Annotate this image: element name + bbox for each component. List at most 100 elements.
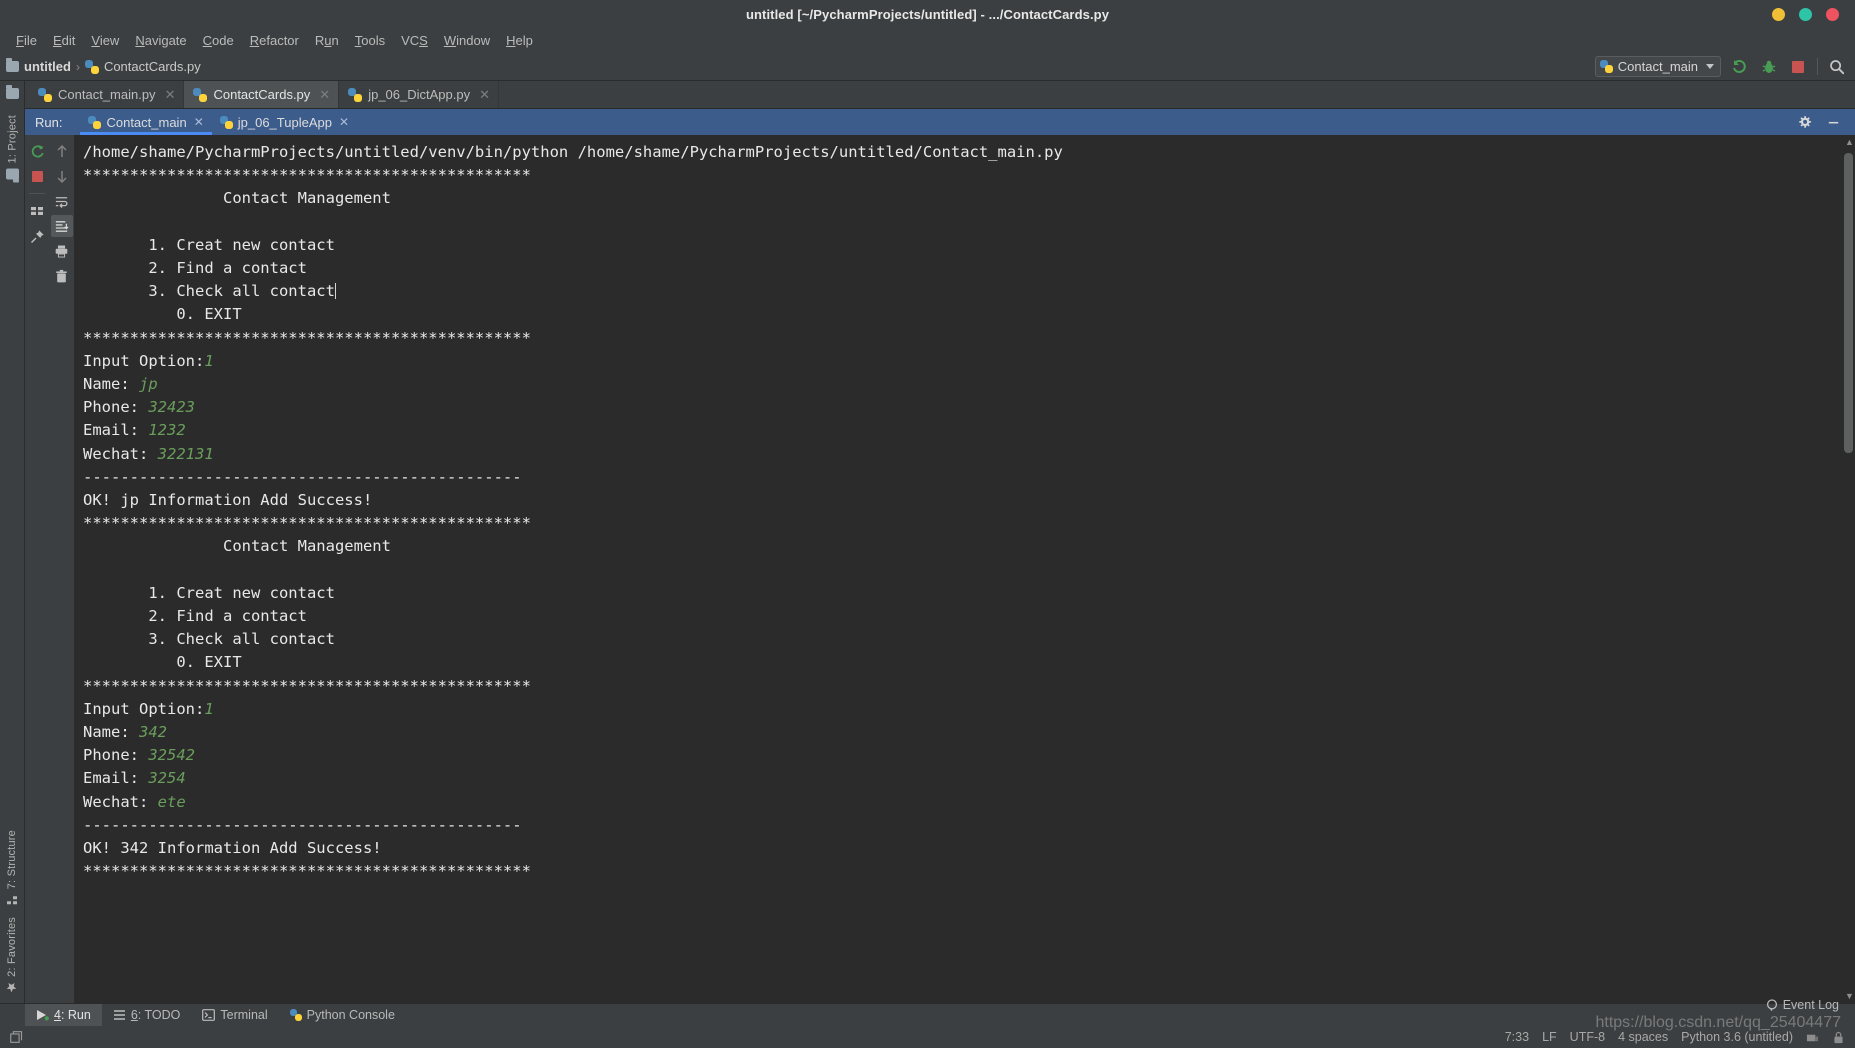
structure-icon xyxy=(7,896,18,905)
menu-edit[interactable]: Edit xyxy=(45,31,83,50)
close-icon[interactable]: ✕ xyxy=(194,115,204,129)
menu-view[interactable]: View xyxy=(83,31,127,50)
menu-refactor[interactable]: Refactor xyxy=(242,31,307,50)
python-interpreter[interactable]: Python 3.6 (untitled) xyxy=(1681,1030,1793,1044)
menu-code[interactable]: Code xyxy=(195,31,242,50)
file-encoding[interactable]: UTF-8 xyxy=(1570,1030,1605,1044)
run-tool-window-header: Run: Contact_main ✕ jp_06_TupleApp ✕ xyxy=(25,109,1855,135)
toolbar-actions: Contact_main xyxy=(1594,56,1847,77)
breadcrumb: untitled › ContactCards.py xyxy=(6,58,201,74)
stop-button[interactable] xyxy=(26,165,48,187)
clear-all-button[interactable] xyxy=(51,265,73,287)
breadcrumb-separator: › xyxy=(75,59,80,74)
run-tab-contact-main[interactable]: Contact_main ✕ xyxy=(80,109,213,135)
menu-tools[interactable]: Tools xyxy=(347,31,393,50)
console-prompt: Input Option: xyxy=(83,699,205,718)
console-input-value: jp xyxy=(139,375,158,394)
close-button[interactable] xyxy=(1826,7,1839,21)
caret-position[interactable]: 7:33 xyxy=(1505,1030,1529,1044)
lock-icon[interactable] xyxy=(1832,1031,1845,1044)
run-tab-label: Contact_main xyxy=(106,114,187,130)
close-icon[interactable]: ✕ xyxy=(165,87,176,103)
run-console-output[interactable]: /home/shame/PycharmProjects/untitled/ven… xyxy=(75,135,1855,1003)
run-tab-label: jp_06_TupleApp xyxy=(237,114,332,130)
console-scrollbar[interactable]: ▲ ▼ xyxy=(1844,135,1854,1003)
editor-tab-bar: Contact_main.py ✕ ContactCards.py ✕ jp_0… xyxy=(25,81,1855,109)
pin-icon xyxy=(30,229,44,243)
layout-icon xyxy=(31,207,43,215)
menu-window[interactable]: Window xyxy=(436,31,498,50)
breadcrumb-project[interactable]: untitled xyxy=(6,58,71,74)
maximize-button[interactable] xyxy=(1799,7,1812,21)
editor-tab-contactcards[interactable]: ContactCards.py ✕ xyxy=(184,81,340,108)
run-button[interactable] xyxy=(1730,57,1750,77)
indent-setting[interactable]: 4 spaces xyxy=(1618,1030,1668,1044)
line-separator[interactable]: LF xyxy=(1542,1030,1557,1044)
console-input-value: 322131 xyxy=(157,444,214,463)
close-icon[interactable]: ✕ xyxy=(479,87,490,103)
down-button[interactable] xyxy=(51,165,73,187)
console-menu-title: Contact Management xyxy=(222,189,391,208)
status-tool-python-console[interactable]: Python Console xyxy=(279,1004,406,1026)
console-input-value: 1232 xyxy=(148,421,186,440)
stop-button[interactable] xyxy=(1788,57,1808,77)
editor-tab-contact-main[interactable]: Contact_main.py ✕ xyxy=(29,81,185,108)
close-icon[interactable]: ✕ xyxy=(339,115,349,129)
status-tool-terminal-label: Terminal xyxy=(220,1008,268,1022)
status-tool-terminal[interactable]: Terminal xyxy=(191,1004,278,1026)
console-input-value: 1 xyxy=(204,351,214,370)
console-result: OK! 342 Information Add Success! xyxy=(83,839,382,858)
minimize-button[interactable] xyxy=(1772,7,1785,21)
sidebar-item-structure[interactable]: 7: Structure xyxy=(3,824,21,911)
scroll-to-end-button[interactable] xyxy=(50,215,73,237)
menu-file[interactable]: File xyxy=(8,31,45,50)
close-icon[interactable]: ✕ xyxy=(319,87,330,103)
status-tool-run[interactable]: 4: Run xyxy=(25,1004,102,1026)
up-button[interactable] xyxy=(51,140,73,162)
print-button[interactable] xyxy=(51,240,73,262)
status-tool-run-label: 4: Run xyxy=(54,1008,91,1022)
scroll-down-arrow-icon[interactable]: ▼ xyxy=(1845,991,1854,1001)
run-tab-jp06tupleapp[interactable]: jp_06_TupleApp ✕ xyxy=(212,109,357,135)
scroll-up-arrow-icon[interactable]: ▲ xyxy=(1845,137,1854,147)
console-prompt: Input Option: xyxy=(83,351,205,370)
main-body: 1: Project 7: Structure 2: Favorites Con… xyxy=(0,81,1855,1003)
layout-settings-button[interactable] xyxy=(26,200,48,222)
breadcrumb-file[interactable]: ContactCards.py xyxy=(84,59,201,74)
menu-vcs[interactable]: VCS xyxy=(393,31,436,50)
editor-tab-label: ContactCards.py xyxy=(213,87,311,102)
left-rail-bottom: 7: Structure 2: Favorites xyxy=(3,824,21,1003)
status-tool-todo[interactable]: 6: TODO xyxy=(102,1004,192,1026)
run-configuration-selector[interactable]: Contact_main xyxy=(1594,56,1721,77)
run-tool-window: Run: Contact_main ✕ jp_06_TupleApp ✕ /ho… xyxy=(25,109,1855,1003)
run-actions-gutter xyxy=(25,135,49,1003)
breadcrumb-file-label: ContactCards.py xyxy=(103,59,201,74)
console-menu-option: 2. Find a contact xyxy=(148,607,307,626)
console-field-label: Phone: xyxy=(83,746,149,765)
menu-help[interactable]: Help xyxy=(498,31,541,50)
console-banner: ****************************************… xyxy=(83,328,531,347)
python-file-icon xyxy=(84,59,99,74)
console-field-label: Email: xyxy=(83,421,149,440)
menu-run[interactable]: Run xyxy=(307,31,347,50)
down-arrow-icon xyxy=(56,170,67,183)
search-everywhere-button[interactable] xyxy=(1827,57,1847,77)
editor-tab-jp06dictapp[interactable]: jp_06_DictApp.py ✕ xyxy=(339,81,500,108)
soft-wrap-button[interactable] xyxy=(51,190,73,212)
settings-gear-icon[interactable] xyxy=(1797,115,1812,130)
event-log-button[interactable]: Event Log xyxy=(1766,998,1839,1012)
sidebar-item-project[interactable]: 1: Project xyxy=(3,109,22,185)
python-console-icon xyxy=(289,1009,302,1021)
event-log-icon xyxy=(1766,999,1777,1011)
console-menu-option: 0. EXIT xyxy=(176,653,242,672)
vcs-branch-icon[interactable] xyxy=(1806,1031,1819,1044)
console-scrollbar-thumb[interactable] xyxy=(1844,153,1853,453)
hide-window-icon[interactable] xyxy=(1826,115,1841,130)
sidebar-item-favorites[interactable]: 2: Favorites xyxy=(3,911,21,999)
pin-tab-button[interactable] xyxy=(26,225,48,247)
tool-window-bar: 4: Run 6: TODO Terminal Python Console xyxy=(0,1003,1855,1026)
rerun-button[interactable] xyxy=(26,140,48,162)
debug-button[interactable] xyxy=(1759,57,1779,77)
menu-navigate[interactable]: Navigate xyxy=(127,31,194,50)
toggle-toolbar-icon[interactable] xyxy=(10,1030,23,1044)
